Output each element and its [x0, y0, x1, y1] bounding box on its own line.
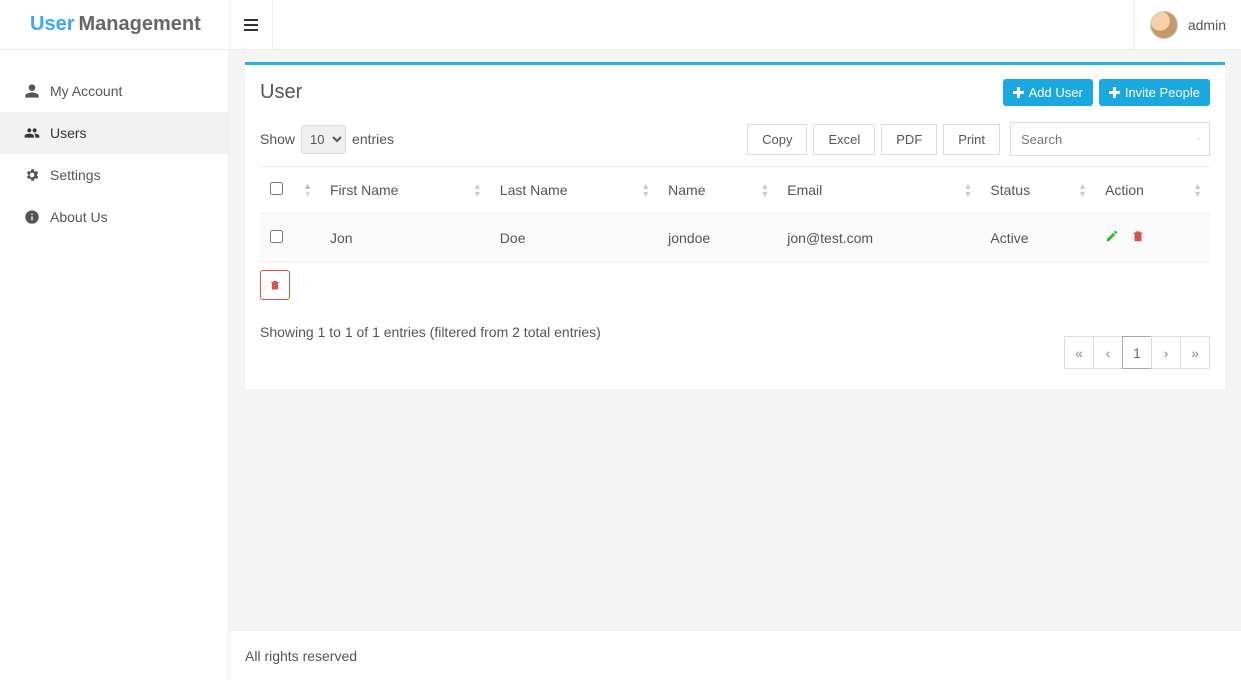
gear-icon — [20, 167, 44, 183]
pagination: « ‹ 1 › » — [1065, 336, 1210, 369]
sort-icon[interactable] — [1078, 182, 1087, 198]
main-content: User Add User Invite People Show 10 — [229, 50, 1241, 630]
add-user-label: Add User — [1029, 85, 1083, 100]
show-label: Show — [260, 131, 295, 147]
users-icon — [20, 125, 44, 141]
cell-email: jon@test.com — [777, 214, 980, 262]
table-controls: Show 10 entries Copy Excel PDF Print — [260, 122, 1210, 156]
page-first-button[interactable]: « — [1064, 336, 1094, 369]
panel-header: User Add User Invite People — [245, 65, 1225, 114]
trash-icon — [269, 278, 281, 292]
cell-first-name: Jon — [320, 214, 490, 262]
cell-name: jondoe — [658, 214, 777, 262]
page-number-button[interactable]: 1 — [1122, 336, 1152, 369]
cell-action — [1095, 214, 1210, 262]
page-prev-button[interactable]: ‹ — [1093, 336, 1123, 369]
panel-actions: Add User Invite People — [1003, 79, 1210, 106]
search-icon — [1197, 131, 1201, 147]
page-last-button[interactable]: » — [1180, 336, 1210, 369]
username-label: admin — [1188, 17, 1226, 33]
user-menu[interactable]: admin — [1134, 0, 1241, 50]
sort-icon[interactable] — [760, 182, 769, 198]
col-status[interactable]: Status — [980, 167, 1095, 214]
pdf-button[interactable]: PDF — [881, 124, 937, 155]
invite-people-button[interactable]: Invite People — [1099, 79, 1210, 106]
search-field[interactable] — [1010, 122, 1210, 156]
sidebar-item-label: Settings — [50, 167, 101, 183]
table-footer: Showing 1 to 1 of 1 entries (filtered fr… — [260, 324, 1210, 369]
sidebar-item-label: About Us — [50, 209, 108, 225]
sidebar-item-label: Users — [50, 125, 87, 141]
user-panel: User Add User Invite People Show 10 — [245, 62, 1225, 389]
plus-icon — [1109, 87, 1120, 98]
topbar: User Management admin — [0, 0, 1241, 50]
hamburger-icon — [244, 19, 258, 31]
col-action: Action — [1095, 167, 1210, 214]
panel-body: Show 10 entries Copy Excel PDF Print — [245, 122, 1225, 389]
brand-part1: User — [30, 13, 74, 36]
cell-status: Active — [980, 214, 1095, 262]
search-input[interactable] — [1021, 132, 1197, 147]
sort-icon[interactable] — [963, 182, 972, 198]
bulk-delete-button[interactable] — [260, 270, 290, 300]
copy-button[interactable]: Copy — [747, 124, 807, 155]
entries-label: entries — [352, 131, 394, 147]
table-row: Jon Doe jondoe jon@test.com Active — [260, 214, 1210, 262]
footer: All rights reserved — [229, 630, 1241, 680]
sidebar-toggle-button[interactable] — [229, 0, 273, 50]
footer-text: All rights reserved — [245, 648, 357, 664]
row-checkbox[interactable] — [270, 230, 283, 243]
avatar — [1150, 11, 1178, 39]
select-all-checkbox[interactable] — [270, 182, 283, 195]
length-select[interactable]: 10 — [301, 125, 346, 154]
edit-icon[interactable] — [1105, 229, 1119, 243]
add-user-button[interactable]: Add User — [1003, 79, 1093, 106]
sidebar-item-my-account[interactable]: My Account — [0, 70, 228, 112]
sort-icon[interactable] — [641, 182, 650, 198]
brand-logo: User Management — [0, 0, 229, 50]
users-table: First Name Last Name Name Email Status A… — [260, 166, 1210, 262]
delete-icon[interactable] — [1131, 229, 1145, 243]
print-button[interactable]: Print — [943, 124, 1000, 155]
page-title: User — [260, 81, 302, 104]
excel-button[interactable]: Excel — [813, 124, 875, 155]
col-name[interactable]: Name — [658, 167, 777, 214]
sidebar-item-label: My Account — [50, 83, 122, 99]
sidebar-item-settings[interactable]: Settings — [0, 154, 228, 196]
col-email[interactable]: Email — [777, 167, 980, 214]
plus-icon — [1013, 87, 1024, 98]
export-buttons: Copy Excel PDF Print — [747, 124, 1000, 155]
sort-icon[interactable] — [473, 182, 482, 198]
invite-label: Invite People — [1125, 85, 1200, 100]
sidebar-item-users[interactable]: Users — [0, 112, 228, 154]
info-icon — [20, 209, 44, 225]
page-next-button[interactable]: › — [1151, 336, 1181, 369]
user-icon — [20, 83, 44, 99]
sidebar: My Account Users Settings About Us — [0, 50, 229, 680]
col-first-name[interactable]: First Name — [320, 167, 490, 214]
sort-icon[interactable] — [303, 182, 312, 198]
col-last-name[interactable]: Last Name — [490, 167, 658, 214]
sidebar-item-about-us[interactable]: About Us — [0, 196, 228, 238]
brand-part2: Management — [78, 13, 200, 36]
cell-last-name: Doe — [490, 214, 658, 262]
sort-icon[interactable] — [1193, 182, 1202, 198]
length-control: Show 10 entries — [260, 125, 394, 154]
